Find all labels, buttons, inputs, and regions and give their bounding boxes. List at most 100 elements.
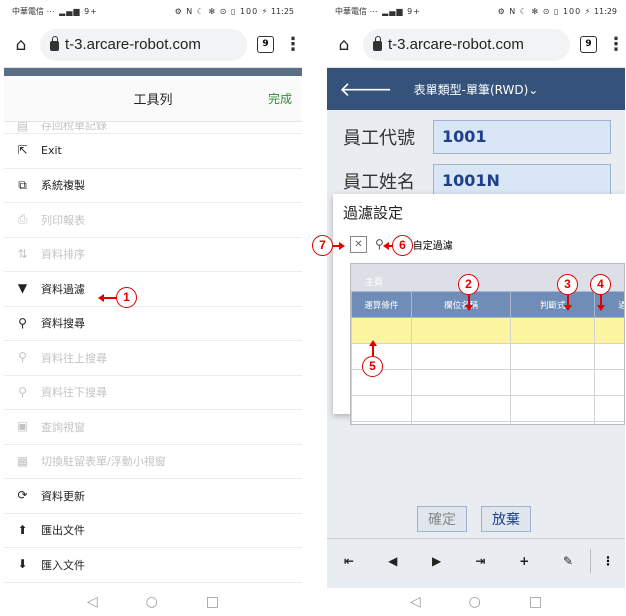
confirm-button[interactable]: 確定 xyxy=(417,506,467,532)
browser-menu-icon[interactable]: ⋮ xyxy=(284,34,302,55)
back-arrow-icon[interactable]: 🡐 xyxy=(339,77,393,101)
nav-back-icon[interactable]: ◁ xyxy=(87,594,98,610)
nav-home-icon[interactable]: ○ xyxy=(146,594,158,610)
table-cell[interactable] xyxy=(594,421,624,424)
table-cell[interactable] xyxy=(594,369,624,396)
menu-item-icon: ⇱ xyxy=(17,143,28,158)
next-record-button[interactable]: ▶ xyxy=(415,554,459,568)
table-cell[interactable] xyxy=(594,343,624,370)
form-row-employee-name: 員工姓名 1001N xyxy=(327,154,625,198)
table-cell[interactable] xyxy=(410,421,512,424)
table-row[interactable] xyxy=(351,317,624,344)
table-cell[interactable] xyxy=(510,317,596,344)
callout-3-arrowhead xyxy=(564,305,572,311)
menu-item-icon: ⟳ xyxy=(17,488,28,503)
dialog-toolbar: ✕ ⚲ 自定過濾 xyxy=(333,231,625,257)
close-icon[interactable]: ✕ xyxy=(350,235,367,253)
employee-name-field[interactable]: 1001N xyxy=(433,164,611,198)
nav-home-icon[interactable]: ○ xyxy=(469,594,481,610)
menu-item[interactable]: ▦ 切換駐留表單/浮動小視窗 xyxy=(4,445,302,479)
table-row[interactable] xyxy=(351,343,624,370)
tabs-count-button[interactable]: 9 xyxy=(580,36,597,53)
last-record-button[interactable]: ⇥ xyxy=(458,554,502,568)
callout-1: 1 xyxy=(116,287,137,308)
url-field[interactable]: t-3.arcare-robot.com xyxy=(363,28,570,61)
home-icon[interactable]: ⌂ xyxy=(12,36,30,54)
app-header-strip xyxy=(4,68,302,76)
menu-item[interactable]: ▼ 資料過濾 xyxy=(4,272,302,307)
menu-item[interactable]: ⚲ 資料往下搜尋 xyxy=(4,376,302,410)
discard-button[interactable]: 放棄 xyxy=(481,506,531,532)
home-icon[interactable]: ⌂ xyxy=(335,36,353,54)
menu-item[interactable]: ⬆ 匯出文件 xyxy=(4,514,302,548)
table-cell[interactable] xyxy=(594,395,624,422)
menu-item[interactable]: ⎙ 列印報表 xyxy=(4,203,302,238)
menu-item[interactable]: ⇅ 資料排序 xyxy=(4,238,302,272)
callout-7-arrowhead xyxy=(339,242,345,250)
browser-menu-icon[interactable]: ⋮ xyxy=(607,34,625,55)
employee-id-field[interactable]: 1001 xyxy=(433,120,611,154)
table-cell[interactable] xyxy=(351,395,412,422)
callout-7: 7 xyxy=(312,235,333,256)
done-button[interactable]: 完成 xyxy=(268,90,292,107)
browser-address-bar: ⌂ t-3.arcare-robot.com 9 ⋮ xyxy=(4,22,302,68)
menu-item-icon: ▤ xyxy=(16,122,29,133)
table-cell[interactable] xyxy=(351,369,412,396)
table-cell[interactable] xyxy=(351,317,412,344)
col-operator[interactable]: 運算條件 xyxy=(351,291,412,318)
table-cell[interactable] xyxy=(510,421,596,424)
url-text: t-3.arcare-robot.com xyxy=(65,36,201,53)
col-condition[interactable]: 判斷式 xyxy=(510,291,596,318)
employee-id-label: 員工代號 xyxy=(343,128,415,149)
table-cell[interactable] xyxy=(510,395,596,422)
form-type-title[interactable]: 表單類型-單筆(RWD)⌄ xyxy=(369,81,613,98)
url-field[interactable]: t-3.arcare-robot.com xyxy=(40,28,247,61)
add-record-button[interactable]: + xyxy=(502,554,546,568)
table-header-row: 運算條件 欄位名稱 判斷式 過 xyxy=(351,291,624,318)
table-cell[interactable] xyxy=(594,317,624,344)
table-cell[interactable] xyxy=(510,369,596,396)
menu-item[interactable]: ⬇ 匯入文件 xyxy=(4,548,302,583)
callout-1-arrowhead xyxy=(98,294,104,302)
nav-recent-icon[interactable]: □ xyxy=(206,594,219,610)
menu-item-label: 資料過濾 xyxy=(41,282,85,296)
col-field-name[interactable]: 欄位名稱 xyxy=(410,291,512,318)
filter-settings-dialog: 過濾設定 ✕ ⚲ 自定過濾 主頁 運算條件 欄位名稱 判斷式 過 xyxy=(333,194,625,425)
table-row[interactable] xyxy=(351,369,624,396)
more-options-icon[interactable]: ⋮ xyxy=(591,554,625,568)
toolbar-sheet-header: 工具列 完成 xyxy=(4,76,302,122)
android-nav-bar: ◁ ○ □ xyxy=(327,588,625,616)
status-bar: 中華電信 ⋯ ▂▄▆ 9+ ⚙ N ☾ ✻ ⊙ ▯ 100 ⚡ 11:29 xyxy=(327,0,625,22)
table-cell[interactable] xyxy=(410,395,512,422)
menu-item[interactable]: ⇱ Exit xyxy=(4,134,302,169)
menu-item[interactable]: ▤ 存回稅單記錄 xyxy=(4,122,302,134)
table-cell[interactable] xyxy=(351,421,412,424)
menu-item[interactable]: ⧉ 系統複製 xyxy=(4,169,302,203)
nav-recent-icon[interactable]: □ xyxy=(529,594,542,610)
menu-item-label: 切換駐留表單/浮動小視窗 xyxy=(41,455,166,469)
tabs-count-button[interactable]: 9 xyxy=(257,36,274,53)
table-cell[interactable] xyxy=(510,343,596,370)
menu-item[interactable]: ⚲ 資料搜尋 xyxy=(4,307,302,341)
prev-record-button[interactable]: ◀ xyxy=(371,554,415,568)
first-record-button[interactable]: ⇤ xyxy=(327,554,371,568)
table-cell[interactable] xyxy=(410,369,512,396)
grid-tab-main[interactable]: 主頁 xyxy=(351,264,624,291)
table-cell[interactable] xyxy=(410,317,512,344)
table-row[interactable] xyxy=(351,395,624,422)
nav-back-icon[interactable]: ◁ xyxy=(410,594,421,610)
record-toolbar: ⇤ ◀ ▶ ⇥ + ✎ ⋮ xyxy=(327,538,625,582)
menu-item[interactable]: ⟳ 資料更新 xyxy=(4,479,302,514)
menu-item-icon: ▦ xyxy=(16,453,29,468)
menu-item[interactable]: ▣ 查詢視窗 xyxy=(4,410,302,445)
lock-icon xyxy=(373,36,382,51)
menu-item-label: 資料排序 xyxy=(41,248,85,262)
table-cell[interactable] xyxy=(410,343,512,370)
menu-item-label: 查詢視窗 xyxy=(41,420,85,434)
table-row[interactable] xyxy=(351,421,624,424)
edit-record-button[interactable]: ✎ xyxy=(546,554,590,568)
menu-item-icon: ⎙ xyxy=(17,212,28,227)
menu-item-label: 資料往下搜尋 xyxy=(41,386,107,400)
menu-item[interactable]: ⚲ 資料往上搜尋 xyxy=(4,341,302,376)
employee-name-label: 員工姓名 xyxy=(343,172,415,193)
